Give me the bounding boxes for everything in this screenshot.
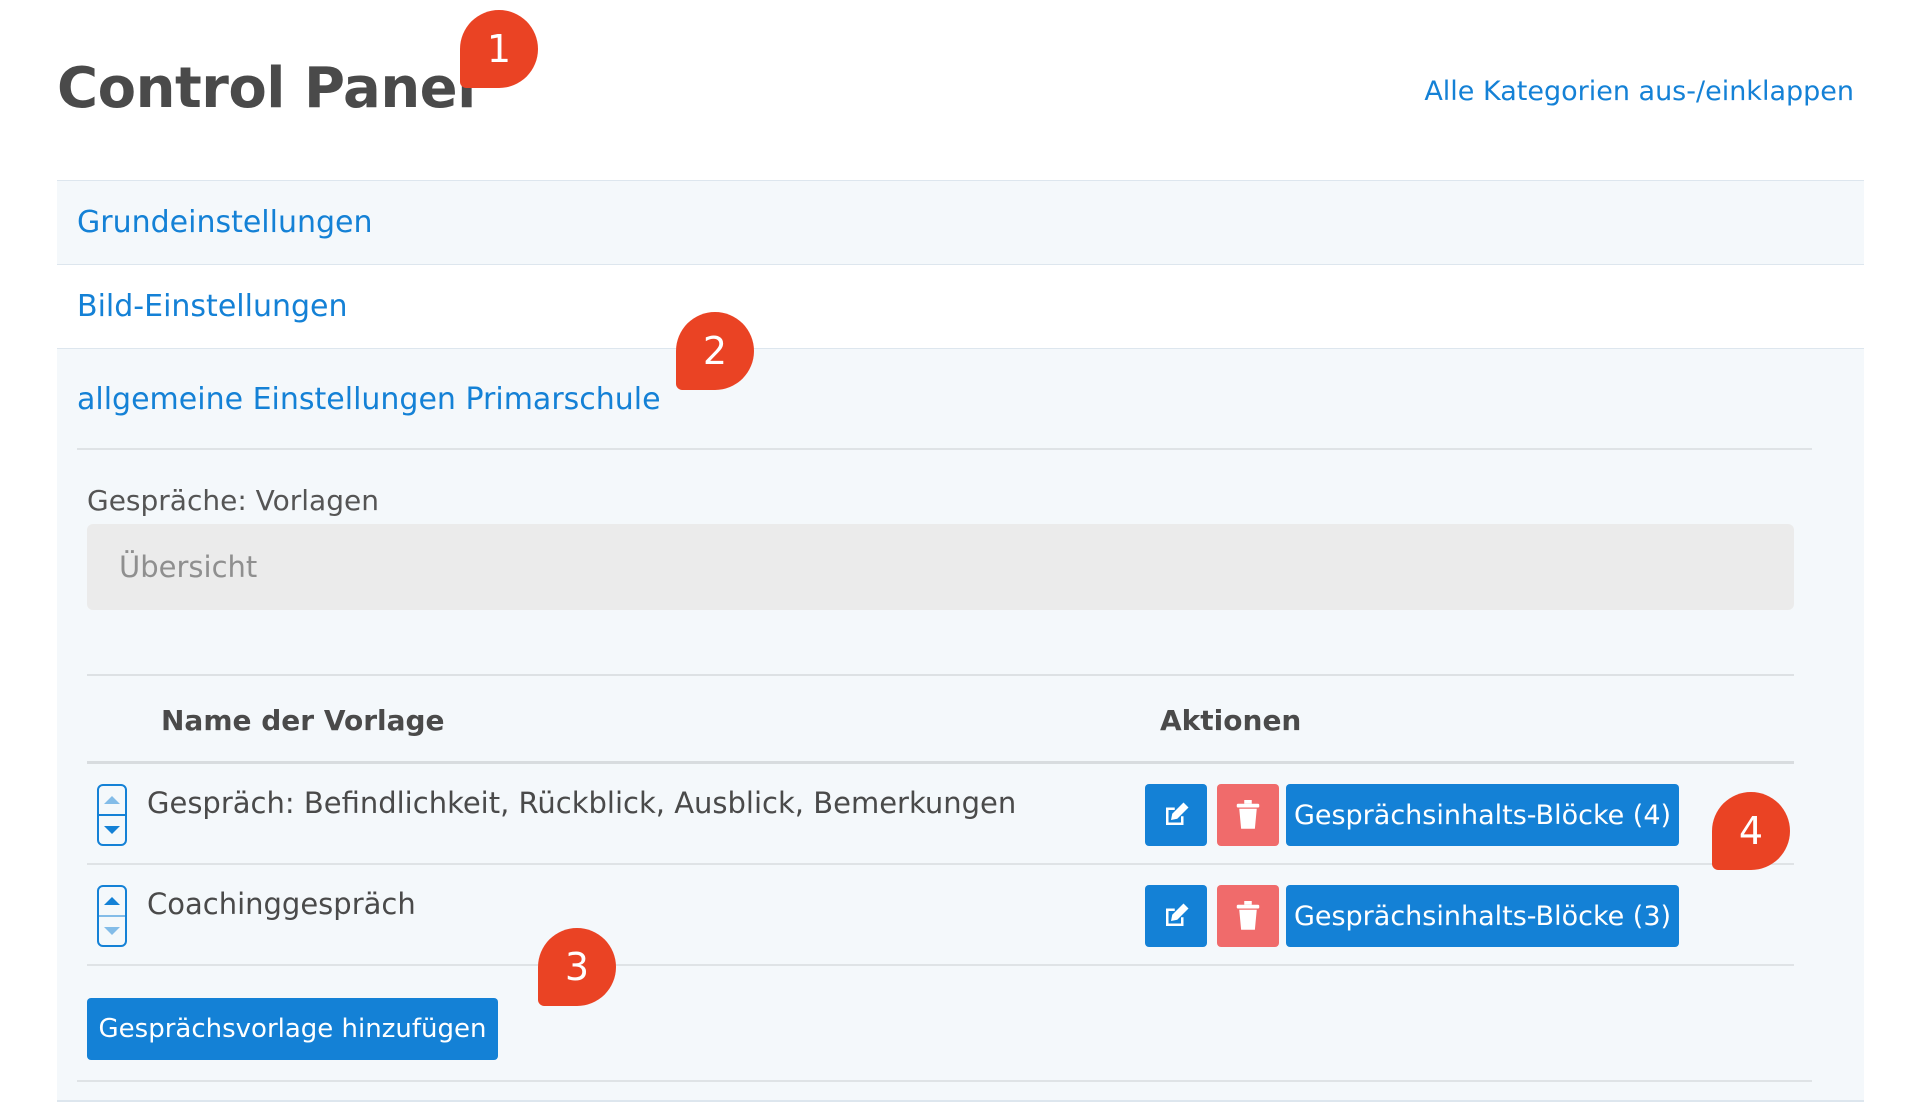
category-allgemeine-einstellungen-primarschule[interactable]: allgemeine Einstellungen Primarschule [57, 349, 1864, 450]
arrow-up-icon[interactable] [99, 786, 125, 814]
templates-table: Name der Vorlage Aktionen Gespräch: Befi… [87, 674, 1794, 966]
arrow-up-icon[interactable] [99, 887, 125, 915]
column-actions-header: Aktionen [1160, 704, 1302, 737]
edit-icon [1166, 903, 1189, 926]
column-name-header: Name der Vorlage [161, 704, 445, 737]
template-name: Gespräch: Befindlichkeit, Rückblick, Aus… [147, 786, 1017, 820]
divider [77, 1080, 1812, 1082]
content-blocks-button[interactable]: Gesprächsinhalts-Blöcke (3) [1286, 885, 1679, 947]
arrow-down-icon[interactable] [99, 814, 125, 844]
section-label: Gespräche: Vorlagen [87, 484, 379, 517]
callout-2: 2 [676, 312, 754, 390]
table-header: Name der Vorlage Aktionen [87, 674, 1794, 764]
callout-1: 1 [460, 10, 538, 88]
edit-button[interactable] [1145, 784, 1207, 846]
reorder-control [97, 885, 127, 947]
delete-button[interactable] [1217, 784, 1279, 846]
category-grundeinstellungen[interactable]: Grundeinstellungen [57, 181, 1864, 265]
category-panel: Gespräche: Vorlagen Übersicht Name der V… [57, 448, 1864, 1102]
divider [77, 448, 1812, 450]
category-bild-einstellungen[interactable]: Bild-Einstellungen [57, 265, 1864, 349]
callout-3: 3 [538, 928, 616, 1006]
callout-4: 4 [1712, 792, 1790, 870]
add-template-button[interactable]: Gesprächsvorlage hinzufügen [87, 998, 498, 1060]
toggle-all-categories-link[interactable]: Alle Kategorien aus-/einklappen [1424, 76, 1854, 107]
trash-icon [1236, 901, 1260, 930]
arrow-down-icon[interactable] [99, 915, 125, 945]
overview-field[interactable]: Übersicht [87, 524, 1794, 610]
table-row: Gespräch: Befindlichkeit, Rückblick, Aus… [87, 764, 1794, 865]
content-blocks-button[interactable]: Gesprächsinhalts-Blöcke (4) [1286, 784, 1679, 846]
edit-button[interactable] [1145, 885, 1207, 947]
delete-button[interactable] [1217, 885, 1279, 947]
template-name: Coachinggespräch [147, 887, 416, 921]
trash-icon [1236, 800, 1260, 829]
table-row: Coachinggespräch Gesprächsinhalts-Blöcke… [87, 865, 1794, 966]
edit-icon [1166, 802, 1189, 825]
category-list: Grundeinstellungen Bild-Einstellungen al… [57, 180, 1864, 450]
page-title: Control Panel [57, 56, 476, 121]
reorder-control [97, 784, 127, 846]
